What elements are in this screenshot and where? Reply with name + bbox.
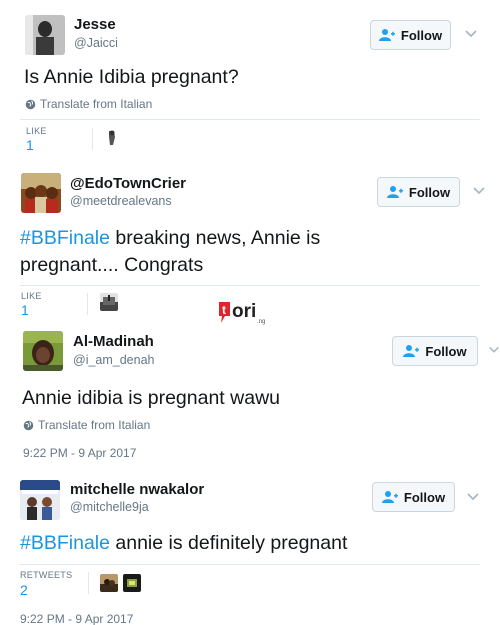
follow-button[interactable]: Follow <box>372 482 455 512</box>
stat-divider <box>88 572 89 594</box>
timestamp-link[interactable]: 9:22 PM - 9 Apr 2017 <box>20 612 133 625</box>
chevron-down-icon[interactable] <box>466 490 480 504</box>
display-name[interactable]: mitchelle nwakalor <box>70 481 204 498</box>
follow-label: Follow <box>403 489 446 505</box>
tweet-text: #BBFinale annie is definitely pregnant <box>20 530 347 557</box>
tweet-text-fragment: annie is definitely pregnant <box>109 532 348 554</box>
divider <box>20 564 480 565</box>
tweet-4: mitchelle nwakalor @mitchelle9ja Follow … <box>0 0 500 625</box>
add-user-icon <box>381 491 398 503</box>
username[interactable]: @mitchelle9ja <box>70 500 149 514</box>
avatar[interactable] <box>20 480 60 520</box>
retweet-count[interactable]: 2 <box>20 582 28 598</box>
retweets-label: RETWEETS <box>20 570 73 580</box>
retweeter-avatar[interactable] <box>100 574 118 592</box>
hashtag-link[interactable]: #BBFinale <box>20 532 110 554</box>
retweeter-avatar[interactable] <box>123 574 141 592</box>
